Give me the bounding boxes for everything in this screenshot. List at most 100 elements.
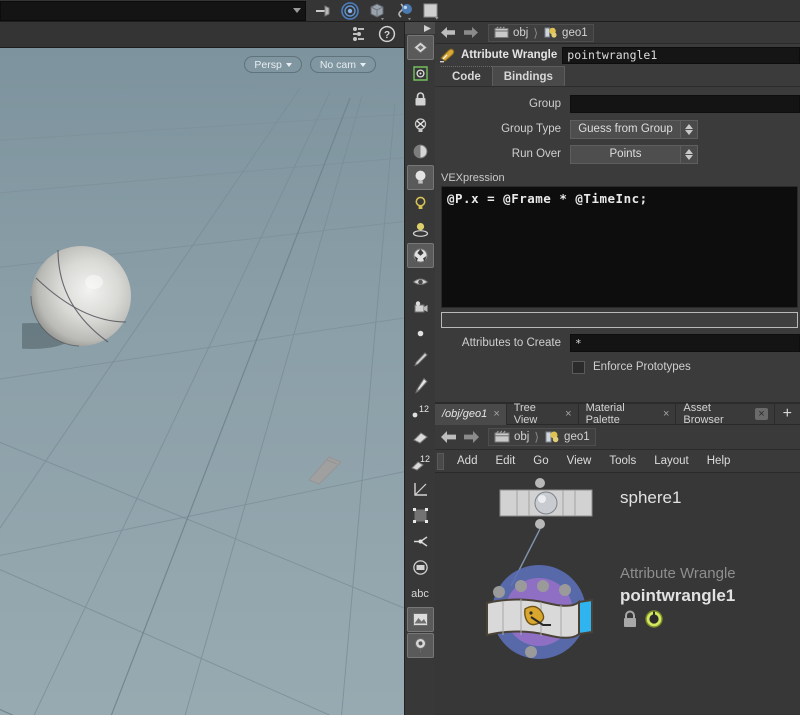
spinner-up-icon xyxy=(685,124,693,129)
render-icon[interactable] xyxy=(421,1,441,21)
pin-icon[interactable] xyxy=(313,1,333,21)
parameter-navbar: obj ⟩ geo1 xyxy=(435,22,800,44)
brush-icon[interactable] xyxy=(407,347,434,372)
paint-icon[interactable] xyxy=(407,373,434,398)
select-tool-icon[interactable] xyxy=(407,35,434,60)
network-canvas[interactable]: sphere1 Attribute Wrangl xyxy=(435,473,800,714)
vexpression-status-field[interactable] xyxy=(441,312,798,328)
forward-button[interactable] xyxy=(461,428,481,446)
attributes-to-create-field[interactable]: * xyxy=(570,334,800,352)
geometry-icon xyxy=(544,430,560,444)
menu-go[interactable]: Go xyxy=(524,455,557,467)
add-tab-button[interactable]: + xyxy=(775,405,800,423)
point-light-icon[interactable] xyxy=(407,191,434,216)
snap-tool-icon[interactable] xyxy=(407,61,434,86)
material-icon[interactable] xyxy=(394,1,414,21)
primitive-icon[interactable] xyxy=(407,425,434,450)
menu-layout[interactable]: Layout xyxy=(645,455,698,467)
group-label: Group xyxy=(435,98,570,110)
net-crumb-geo1[interactable]: geo1 xyxy=(539,430,595,444)
close-icon[interactable]: × xyxy=(755,408,767,420)
nettab-material-palette[interactable]: Material Palette × xyxy=(579,404,677,425)
node-sphere1-label: sphere1 xyxy=(620,488,681,508)
scene-viewport[interactable]: ? Persp No cam xyxy=(0,22,404,715)
group-field[interactable] xyxy=(570,95,800,113)
menu-scroll-handle[interactable] xyxy=(437,453,444,470)
angle-icon[interactable] xyxy=(407,477,434,502)
shading-icon[interactable] xyxy=(407,139,434,164)
nettab-asset-browser[interactable]: Asset Browser × xyxy=(676,404,774,425)
tab-bindings[interactable]: Bindings xyxy=(492,66,565,86)
image-display-icon[interactable] xyxy=(407,607,434,632)
shaded-circle-icon[interactable] xyxy=(407,555,434,580)
environment-icon[interactable] xyxy=(407,243,434,268)
box-icon[interactable] xyxy=(367,1,387,21)
display-flag-icon[interactable] xyxy=(644,610,664,628)
group-type-row: Group Type Guess from Group xyxy=(435,118,800,140)
view-eye-icon[interactable] xyxy=(407,269,434,294)
run-over-menu[interactable]: Points xyxy=(570,145,698,164)
menu-tools[interactable]: Tools xyxy=(600,455,645,467)
normals-icon[interactable] xyxy=(407,529,434,554)
vexpression-editor[interactable]: @P.x = @Frame * @TimeInc; xyxy=(441,186,798,308)
menu-edit[interactable]: Edit xyxy=(486,455,524,467)
forward-button[interactable] xyxy=(461,24,481,42)
menu-help[interactable]: Help xyxy=(698,455,740,467)
group-type-menu[interactable]: Guess from Group xyxy=(570,120,698,139)
text-display-icon[interactable]: abc xyxy=(407,581,434,606)
lock-flag-icon[interactable] xyxy=(620,610,640,628)
camera-badge[interactable]: No cam xyxy=(310,56,376,73)
run-over-spinner[interactable] xyxy=(680,146,697,163)
run-over-label: Run Over xyxy=(435,148,570,160)
point-numbers-icon[interactable]: 12 xyxy=(407,399,434,424)
enforce-prototypes-checkbox[interactable] xyxy=(572,361,585,374)
node-sphere1[interactable] xyxy=(495,478,610,536)
point-display-icon[interactable] xyxy=(407,321,434,346)
net-crumb-geo1-label: geo1 xyxy=(564,431,590,443)
vexpression-code: @P.x = @Frame * @TimeInc; xyxy=(447,191,792,206)
menu-view[interactable]: View xyxy=(558,455,601,467)
nettab-material-palette-label: Material Palette xyxy=(586,402,657,426)
svg-text:12: 12 xyxy=(419,404,429,414)
close-icon[interactable]: × xyxy=(663,408,669,420)
light-bulb-icon[interactable] xyxy=(407,165,434,190)
close-icon[interactable]: × xyxy=(565,408,571,420)
view-mode-badge[interactable]: Persp xyxy=(244,56,301,73)
tab-code[interactable]: Code xyxy=(441,66,492,86)
chevron-down-icon xyxy=(293,8,301,13)
sphere-object[interactable] xyxy=(22,244,144,354)
viewport-badges: Persp No cam xyxy=(244,56,376,73)
display-options-icon[interactable] xyxy=(350,25,370,45)
close-icon[interactable]: × xyxy=(493,408,499,420)
back-button[interactable] xyxy=(438,428,458,446)
node-name-field[interactable]: pointwrangle1 xyxy=(562,47,800,64)
group-type-label: Group Type xyxy=(435,123,570,135)
menu-add[interactable]: Add xyxy=(448,455,486,467)
toolbar-collapse-handle[interactable] xyxy=(405,22,436,34)
node-pointwrangle1[interactable] xyxy=(479,559,614,665)
net-crumb-obj-label: obj xyxy=(514,431,529,443)
spot-light-icon[interactable] xyxy=(407,217,434,242)
nettab-tree-view[interactable]: Tree View × xyxy=(507,404,579,425)
camera-view-icon[interactable] xyxy=(407,295,434,320)
parameter-breadcrumb: obj ⟩ geo1 xyxy=(488,24,594,42)
target-icon[interactable] xyxy=(340,1,360,21)
top-combo-box[interactable] xyxy=(0,1,306,21)
help-icon[interactable]: ? xyxy=(378,25,398,45)
nettab-obj-geo1[interactable]: /obj/geo1 × xyxy=(435,404,507,425)
net-crumb-obj[interactable]: obj xyxy=(489,430,534,444)
primitive-numbers-icon[interactable]: 12 xyxy=(407,451,434,476)
back-button[interactable] xyxy=(438,24,458,42)
crumb-geo1[interactable]: geo1 xyxy=(538,26,593,39)
marker-icon[interactable] xyxy=(407,633,434,658)
enforce-prototypes-label: Enforce Prototypes xyxy=(593,361,691,373)
network-icon xyxy=(494,430,510,444)
node-pointwrangle1-type: Attribute Wrangle xyxy=(620,565,736,582)
nettab-asset-browser-label: Asset Browser xyxy=(683,402,749,426)
top-toolbar xyxy=(0,0,800,22)
group-type-spinner[interactable] xyxy=(680,121,697,138)
no-light-icon[interactable] xyxy=(407,113,434,138)
lock-icon[interactable] xyxy=(407,87,434,112)
bounding-box-icon[interactable] xyxy=(407,503,434,528)
crumb-obj[interactable]: obj xyxy=(489,26,533,39)
